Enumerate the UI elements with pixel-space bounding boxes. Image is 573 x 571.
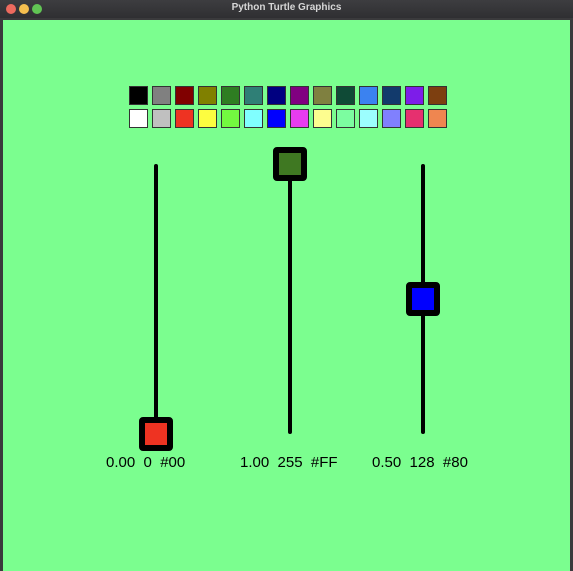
red-slider-track[interactable] [154, 164, 158, 434]
title-bar: Python Turtle Graphics [0, 0, 573, 18]
palette-swatch[interactable] [152, 109, 171, 128]
palette-swatch[interactable] [244, 109, 263, 128]
palette-swatch[interactable] [405, 86, 424, 105]
palette-swatch[interactable] [336, 86, 355, 105]
palette-swatch[interactable] [129, 109, 148, 128]
palette-swatch[interactable] [359, 86, 378, 105]
palette-swatch[interactable] [221, 86, 240, 105]
turtle-canvas[interactable]: 0.00 0 #00 1.00 255 #FF 0.50 128 #80 [3, 20, 570, 571]
green-slider-track[interactable] [288, 164, 292, 434]
green-slider-readout: 1.00 255 #FF [240, 454, 338, 471]
palette-swatch[interactable] [428, 86, 447, 105]
palette-swatch[interactable] [221, 109, 240, 128]
palette-swatch[interactable] [336, 109, 355, 128]
blue-slider-handle[interactable] [406, 282, 440, 316]
palette-swatch[interactable] [267, 86, 286, 105]
palette-swatch[interactable] [359, 109, 378, 128]
red-slider-handle[interactable] [139, 417, 173, 451]
palette-swatch[interactable] [175, 109, 194, 128]
palette-swatch[interactable] [382, 109, 401, 128]
palette-swatch[interactable] [152, 86, 171, 105]
blue-slider-readout: 0.50 128 #80 [372, 454, 468, 471]
palette-swatch[interactable] [290, 109, 309, 128]
palette-swatch[interactable] [244, 86, 263, 105]
palette-swatch[interactable] [290, 86, 309, 105]
palette-swatch[interactable] [175, 86, 194, 105]
palette-swatch[interactable] [382, 86, 401, 105]
red-slider-readout: 0.00 0 #00 [106, 454, 186, 471]
palette-swatch[interactable] [129, 86, 148, 105]
palette-swatch[interactable] [313, 86, 332, 105]
palette-swatch[interactable] [198, 86, 217, 105]
window-title: Python Turtle Graphics [231, 2, 342, 13]
palette-swatch[interactable] [267, 109, 286, 128]
palette-swatch[interactable] [313, 109, 332, 128]
palette-swatch[interactable] [198, 109, 217, 128]
green-slider-handle[interactable] [273, 147, 307, 181]
palette-swatch[interactable] [428, 109, 447, 128]
palette-swatch[interactable] [405, 109, 424, 128]
